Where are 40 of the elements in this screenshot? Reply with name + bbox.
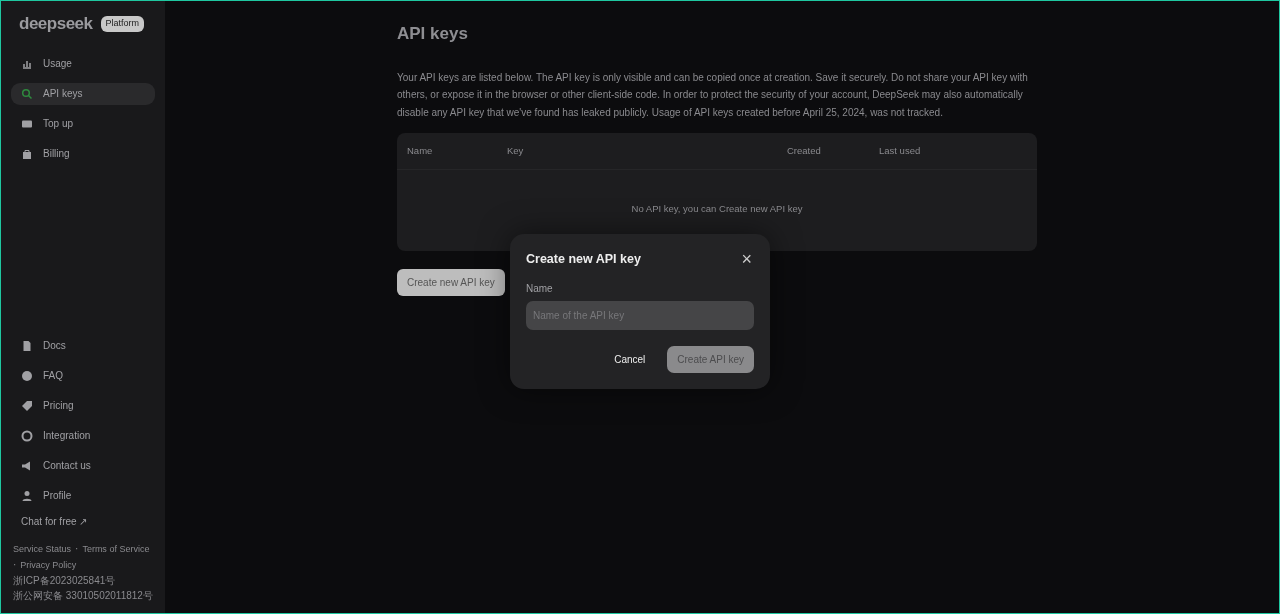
column-header: Created [787, 144, 822, 158]
page-title: API keys [397, 23, 469, 45]
sidebar-item[interactable]: Usage [11, 52, 155, 75]
description-text: Your API keys are listed below. The API key is only visible and can be copied once at creation. Save it securely. Do not share your API key with others, or expose it in the browser or other client-side code. In order to protect the security of your account, DeepSeek may also automatically disable any API key that we've found has leaked publicly. Usage of API keys created before April 25, 2024, was not tracked. [397, 70, 1029, 120]
document-icon [21, 340, 33, 352]
empty-state-text: No API key, you can Create new API key [631, 203, 803, 215]
circle-icon [21, 370, 33, 382]
footer-link[interactable]: Privacy Policy [20, 560, 77, 570]
sidebar-item[interactable]: API keys [11, 82, 155, 105]
sidebar-item[interactable]: Integration [11, 425, 155, 447]
separator: · [75, 543, 79, 554]
footer-link[interactable]: Terms of Service [82, 544, 150, 554]
speaker-icon [21, 460, 33, 472]
dialog-title: Create new API key [526, 251, 641, 268]
sidebar-item[interactable]: FAQ [11, 365, 155, 387]
platform-badge: Platform [100, 16, 144, 32]
registration-text: 浙公网安备 33010502011812号 [13, 589, 153, 603]
create-key-button[interactable]: Create new API key [397, 269, 505, 296]
logo: deepseek [19, 13, 93, 35]
field-label: Name [526, 281, 554, 296]
footer-link[interactable]: Service Status [13, 544, 72, 554]
tag-icon [21, 400, 33, 412]
close-button[interactable]: × [739, 250, 754, 269]
user-icon [21, 490, 33, 502]
sidebar-item[interactable]: Contact us [11, 455, 155, 477]
registration-text: 浙ICP备2023025841号 [13, 574, 116, 588]
column-header: Key [507, 144, 525, 158]
chat-link[interactable]: Chat for free ↗ [11, 511, 155, 533]
create-key-link[interactable]: Create new API key [719, 203, 803, 215]
column-header: Name [407, 144, 434, 158]
bag-icon [21, 147, 33, 160]
search-icon [21, 87, 33, 100]
separator: · [13, 559, 17, 570]
sidebar-item[interactable]: Billing [11, 142, 155, 165]
column-header: Last used [879, 144, 921, 158]
cancel-button[interactable]: Cancel [608, 350, 652, 368]
sidebar-item[interactable]: Docs [11, 335, 155, 357]
sidebar-item[interactable]: Top up [11, 112, 155, 135]
sidebar-item[interactable]: Profile [11, 485, 155, 507]
sidebar-item[interactable]: Pricing [11, 395, 155, 417]
